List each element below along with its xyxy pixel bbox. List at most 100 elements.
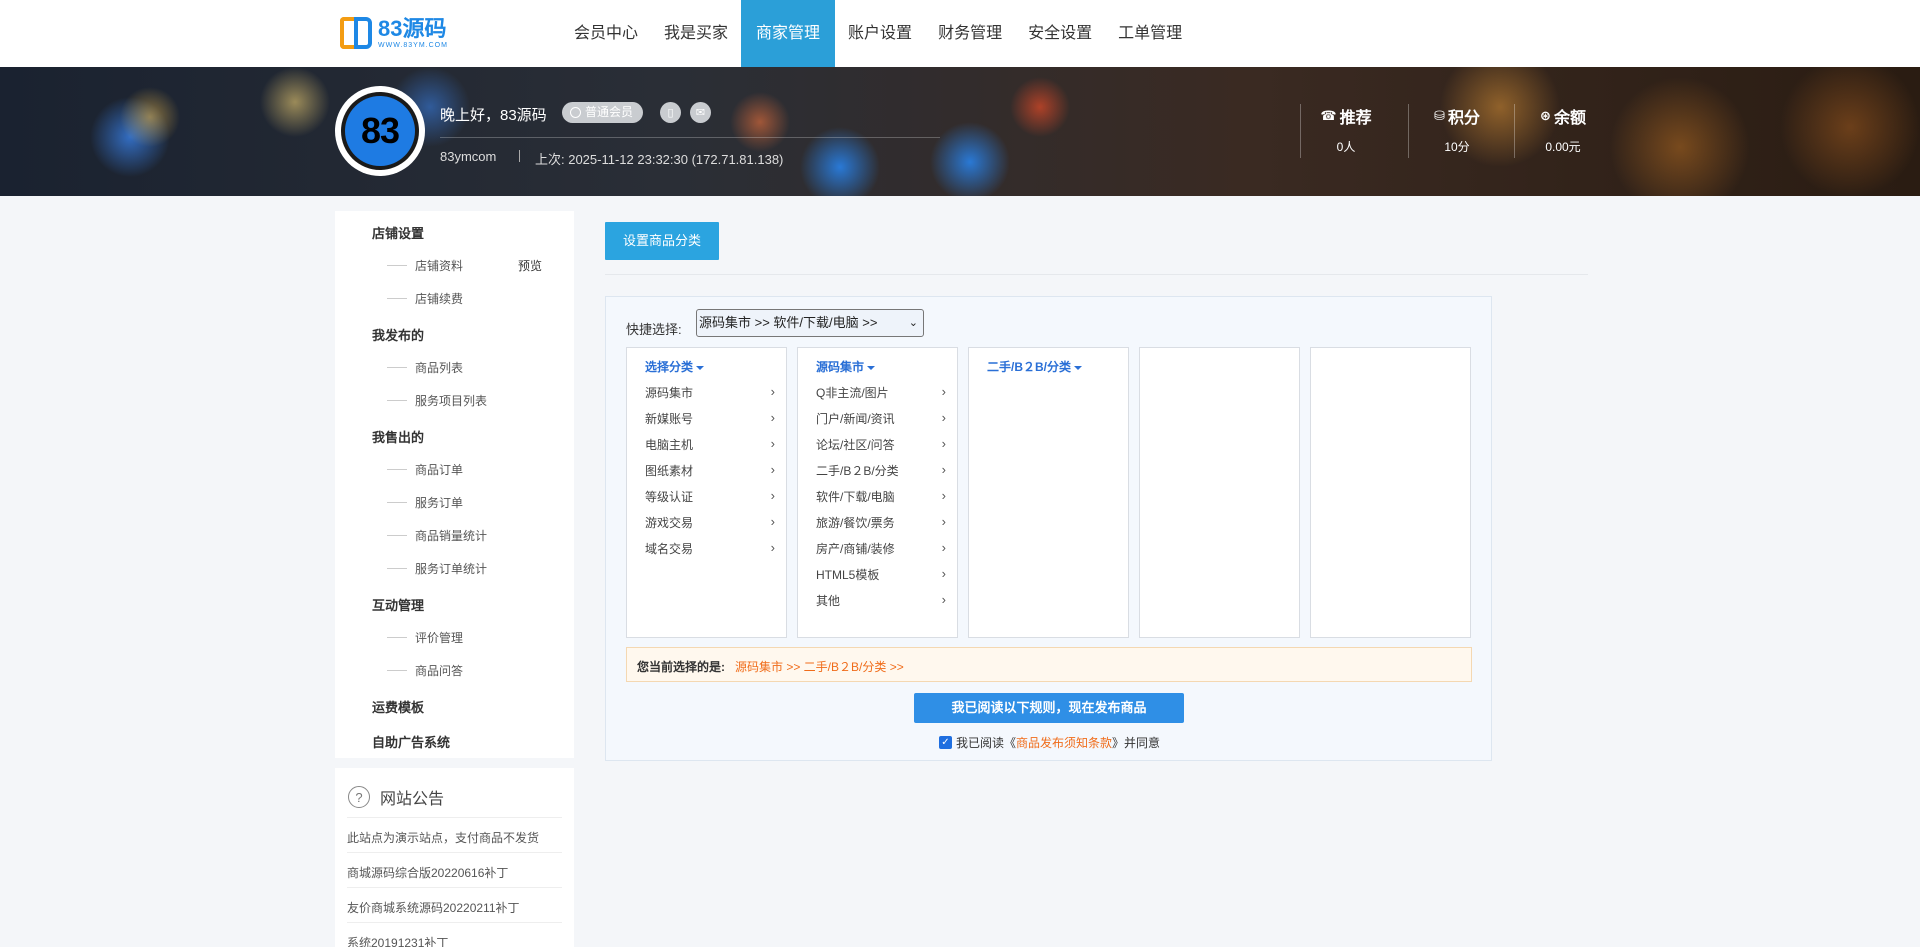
category-option[interactable]: 二手/B２B/分类 › [816,462,946,479]
divider [347,817,562,818]
stat-referral-value: 0人 [1336,140,1356,154]
site-logo[interactable]: 83源码 WWW.83YM.COM [340,17,448,49]
chevron-right-icon: › [770,462,775,477]
terms-link[interactable]: 商品发布须知条款 [1016,734,1112,751]
notice-item[interactable]: 系统20191231补丁 [347,934,448,947]
chevron-right-icon: › [770,540,775,555]
current-selection-bar: 您当前选择的是: 源码集市 >> 二手/B２B/分类 >> [626,647,1472,682]
main-nav: 会员中心 我是买家 商家管理 账户设置 财务管理 安全设置 工单管理 [561,0,1195,67]
notice-item[interactable]: 友价商城系统源码20220211补丁 [347,899,520,916]
nav-item-tickets[interactable]: 工单管理 [1105,0,1195,67]
sidebar-group-interaction: 互动管理 [372,598,425,613]
member-icon [570,107,581,118]
sidebar-item-service-list[interactable]: 服务项目列表 [386,392,487,409]
sidebar-item-sales-stats[interactable]: 商品销量统计 [386,527,487,544]
member-badge: 普通会员 [562,102,644,123]
site-notice-panel: ? 网站公告 此站点为演示站点，支付商品不发货 商城源码综合版20220616补丁… [335,768,574,947]
sidebar-item-product-list[interactable]: 商品列表 [386,359,463,376]
chevron-right-icon: › [941,462,946,477]
profile-banner [0,67,1920,196]
agree-terms: ✓ 我已阅读《 商品发布须知条款 》并同意 [939,734,1160,751]
category-column-head[interactable]: 二手/B２B/分类 [987,358,1083,375]
chevron-right-icon: › [941,592,946,607]
sidebar-group-shop-settings: 店铺设置 [372,226,425,241]
current-selection-label: 您当前选择的是: [637,660,725,674]
notice-item[interactable]: 商城源码综合版20220616补丁 [347,864,508,881]
category-option[interactable]: 门户/新闻/资讯 › [816,410,946,427]
member-badge-label: 普通会员 [585,105,634,119]
divider [605,274,1588,275]
chevron-right-icon: › [941,566,946,581]
stat-referral[interactable]: ☎ 推荐 0人 [1296,104,1396,155]
category-column-head[interactable]: 选择分类 [645,358,705,375]
category-option[interactable]: 房产/商铺/装修 › [816,540,946,557]
category-option[interactable]: 图纸素材 › [645,462,775,479]
category-option[interactable]: 旅游/餐饮/票务 › [816,514,946,531]
nav-item-member-center[interactable]: 会员中心 [561,0,651,67]
username: 83ymcom [440,149,497,164]
caret-down-icon [1074,365,1083,370]
sidebar-item-shop-renewal[interactable]: 店铺续费 [386,290,463,307]
category-option[interactable]: 其他 › [816,592,946,609]
category-option[interactable]: 等级认证 › [645,488,775,505]
greeting-text: 晚上好，83源码 [440,107,547,124]
category-option[interactable]: HTML5模板 › [816,566,946,583]
publish-product-button[interactable]: 我已阅读以下规则，现在发布商品 [914,693,1184,723]
nav-item-account-settings[interactable]: 账户设置 [835,0,925,67]
category-option[interactable]: Q非主流/图片 › [816,384,946,401]
category-option[interactable]: 软件/下载/电脑 › [816,488,946,505]
sidebar-item-shipping-template[interactable]: 运费模板 [372,697,424,716]
sidebar-item-reviews[interactable]: 评价管理 [386,629,463,646]
category-column-3: 二手/B２B/分类 [968,347,1129,638]
divider [347,852,562,853]
chevron-right-icon: › [941,488,946,503]
category-option[interactable]: 源码集市 › [645,384,775,401]
chevron-right-icon: › [770,436,775,451]
category-option[interactable]: 域名交易 › [645,540,775,557]
category-column-head[interactable]: 源码集市 [816,358,876,375]
last-login: 上次: 2025-11-12 23:32:30 (172.71.81.138) [535,152,784,167]
chevron-right-icon: › [770,488,775,503]
category-column-1: 选择分类 源码集市 › 新媒账号 › 电脑主机 › 图纸素材 › 等级认证 › 游戏交易 ›… [626,347,787,638]
agree-checkbox[interactable]: ✓ [939,736,952,749]
chevron-right-icon: › [941,384,946,399]
stat-points-value: 10分 [1444,140,1470,154]
category-option[interactable]: 电脑主机 › [645,436,775,453]
quick-select-dropdown[interactable]: 源码集市 >> 软件/下载/电脑 >> ⌄ [696,309,924,337]
sidebar-item-service-order-stats[interactable]: 服务订单统计 [386,560,487,577]
stat-points[interactable]: ⛁ 积分 10分 [1407,104,1507,155]
chevron-right-icon: › [941,540,946,555]
phone-icon: ☎ [1320,108,1337,123]
nav-item-finance[interactable]: 财务管理 [925,0,1015,67]
info-separator [519,150,520,162]
set-category-button[interactable]: 设置商品分类 [605,222,719,260]
nav-item-seller-management[interactable]: 商家管理 [741,0,836,67]
agree-suffix: 》并同意 [1112,736,1161,750]
nav-item-buyer[interactable]: 我是买家 [651,0,741,67]
notice-item[interactable]: 此站点为演示站点，支付商品不发货 [347,829,539,846]
sidebar-item-service-orders[interactable]: 服务订单 [386,494,463,511]
divider [347,887,562,888]
category-option[interactable]: 游戏交易 › [645,514,775,531]
avatar[interactable]: 83 [335,86,425,176]
category-option[interactable]: 论坛/社区/问答 › [816,436,946,453]
question-icon: ? [348,786,370,808]
sidebar-group-published: 我发布的 [372,328,425,343]
nav-item-security[interactable]: 安全设置 [1015,0,1105,67]
agree-prefix: 我已阅读《 [956,736,1017,750]
logo-subtext: WWW.83YM.COM [378,41,448,49]
sidebar-item-ad-system[interactable]: 自助广告系统 [372,732,450,751]
mail-icon[interactable]: ✉ [690,102,711,123]
sidebar-item-shop-info[interactable]: 店铺资料 [386,257,463,274]
stat-balance[interactable]: ⊛ 余额 0.00元 [1513,104,1613,155]
preview-link[interactable]: 预览 [518,257,542,274]
sidebar-group-sold: 我售出的 [372,430,425,445]
category-select-panel: 快捷选择: 源码集市 >> 软件/下载/电脑 >> ⌄ 选择分类 源码集市 › 新… [605,296,1492,761]
sidebar-item-product-orders[interactable]: 商品订单 [386,461,463,478]
logo-icon [340,17,372,49]
phone-icon[interactable]: ▯ [660,102,681,123]
quick-select-label: 快捷选择: [626,322,682,337]
sidebar-item-qa[interactable]: 商品问答 [386,662,463,679]
category-option[interactable]: 新媒账号 › [645,410,775,427]
current-selection-value: 源码集市 >> 二手/B２B/分类 >> [735,660,904,674]
